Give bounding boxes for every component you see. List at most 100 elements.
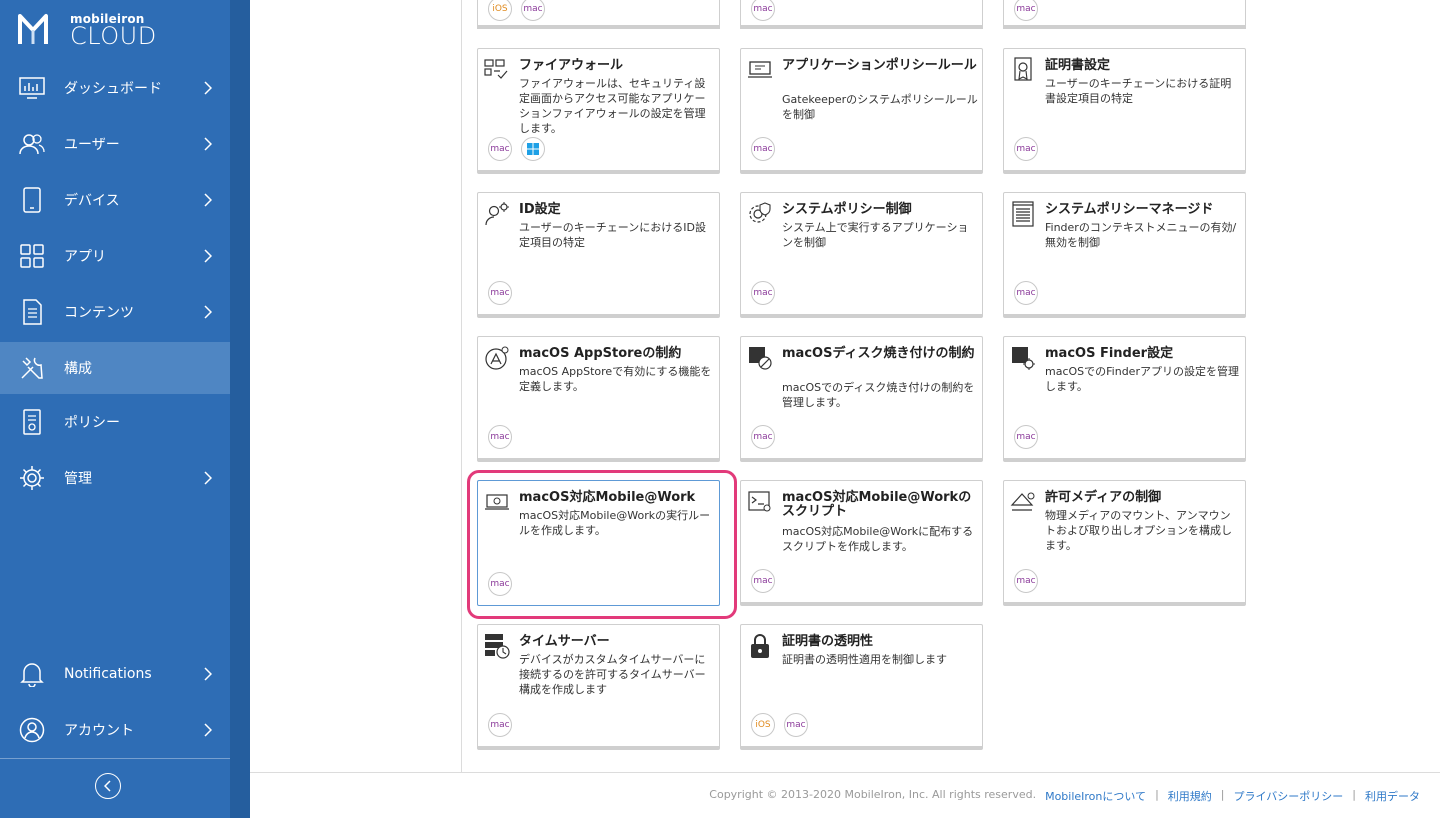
content-divider [461, 0, 462, 772]
card-title: ファイアウォール [519, 58, 624, 73]
config-card-finder-settings[interactable]: macOS Finder設定 macOSでのFinderアプリの設定を管理します… [1003, 336, 1246, 462]
sidebar: mobileiron CLOUD ダッシュボード ユーザー デバイス アプリ コ… [0, 0, 230, 818]
mac-badge: mac [1014, 137, 1038, 161]
card-title: macOS AppStoreの制約 [519, 346, 682, 361]
sidebar-item-policy[interactable]: ポリシー [0, 396, 230, 448]
chevron-right-icon [200, 722, 216, 738]
platform-badges: mac [1014, 569, 1038, 593]
policy-icon [19, 409, 45, 435]
sidebar-item-admin[interactable]: 管理 [0, 452, 230, 504]
content-icon [19, 299, 45, 325]
chevron-left-icon [104, 780, 111, 792]
sidebar-divider [0, 758, 230, 759]
config-card-allowed-media-control[interactable]: 許可メディアの制御 物理メディアのマウント、アンマウントおよび取り出しオプション… [1003, 480, 1246, 606]
mac-badge: mac [488, 425, 512, 449]
managed-list-icon [1010, 201, 1036, 227]
sidebar-item-notifications[interactable]: Notifications [0, 648, 230, 700]
footer-link-usage-data[interactable]: 利用データ [1365, 788, 1420, 804]
footer-link-privacy[interactable]: プライバシーポリシー [1234, 788, 1344, 804]
users-icon [19, 131, 45, 157]
footer-divider [250, 772, 1440, 773]
sidebar-item-account[interactable]: アカウント [0, 704, 230, 756]
config-card-time-server[interactable]: タイムサーバー デバイスがカスタムタイムサーバーに接続するのを許可するタイムサー… [477, 624, 720, 750]
chevron-right-icon [200, 470, 216, 486]
mac-badge: mac [751, 0, 775, 21]
card-title: ID設定 [519, 202, 561, 217]
windows-badge-icon [521, 137, 545, 161]
config-card-system-policy-control[interactable]: システムポリシー制御 システム上で実行するアプリケーションを制御 mac [740, 192, 983, 318]
config-card-disc-burn-restrictions[interactable]: macOSディスク焼き付けの制約 macOSでのディスク焼き付けの制約を管理しま… [740, 336, 983, 462]
config-card-certificate-transparency[interactable]: 証明書の透明性 証明書の透明性適用を制御します iOS mac [740, 624, 983, 750]
platform-badges: mac [488, 137, 545, 161]
config-card-mobile-at-work-scripts[interactable]: macOS対応Mobile@Workのスクリプト macOS対応Mobile@W… [740, 480, 983, 606]
ios-badge: iOS [751, 713, 775, 737]
bell-icon [19, 661, 45, 687]
footer-separator: | [1220, 788, 1225, 801]
sidebar-item-configuration[interactable]: 構成 [0, 342, 230, 394]
platform-badges: mac [751, 281, 775, 305]
card-title: macOS対応Mobile@Workのスクリプト [782, 490, 972, 519]
footer-link-terms[interactable]: 利用規約 [1168, 788, 1212, 804]
sidebar-item-label: Notifications [64, 666, 152, 682]
sidebar-item-content[interactable]: コンテンツ [0, 286, 230, 338]
config-card-partial[interactable]: iOS mac [477, 0, 720, 29]
footer-link-about[interactable]: MobileIronについて [1045, 788, 1146, 804]
platform-badges: mac [1014, 425, 1038, 449]
sidebar-item-apps[interactable]: アプリ [0, 230, 230, 282]
platform-badges: mac [751, 569, 775, 593]
config-card-partial[interactable]: mac [1003, 0, 1246, 29]
mac-badge: mac [488, 137, 512, 161]
sidebar-item-devices[interactable]: デバイス [0, 174, 230, 226]
card-title: システムポリシー制御 [782, 202, 912, 217]
platform-badges: mac [751, 0, 775, 21]
sidebar-item-users[interactable]: ユーザー [0, 118, 230, 170]
apps-icon [19, 243, 45, 269]
admin-gear-icon [19, 465, 45, 491]
platform-badges: mac [1014, 0, 1038, 21]
sidebar-item-label: 構成 [64, 361, 92, 377]
mac-badge: mac [488, 572, 512, 596]
card-description: ファイアウォールは、セキュリティ設定画面からアクセス可能なアプリケーションファイ… [519, 77, 706, 135]
sidebar-item-label: アカウント [64, 723, 134, 739]
config-card-firewall[interactable]: ファイアウォール ファイアウォールは、セキュリティ設定画面からアクセス可能なアプ… [477, 48, 720, 174]
mac-badge: mac [751, 137, 775, 161]
footer-separator: | [1352, 788, 1356, 801]
account-icon [19, 717, 45, 743]
collapse-sidebar-button[interactable] [95, 773, 121, 799]
platform-badges: mac [488, 713, 512, 737]
card-description: システム上で実行するアプリケーションを制御 [782, 221, 969, 249]
mac-badge: mac [751, 569, 775, 593]
disc-burn-icon [747, 345, 773, 371]
system-policy-gear-icon [747, 201, 773, 227]
config-card-partial[interactable]: mac [740, 0, 983, 29]
mac-badge: mac [1014, 569, 1038, 593]
sidebar-edge [230, 0, 250, 818]
chevron-right-icon [200, 80, 216, 96]
config-card-identity-settings[interactable]: ID設定 ユーザーのキーチェーンにおけるID設定項目の特定 mac [477, 192, 720, 318]
card-description: ユーザーのキーチェーンにおけるID設定項目の特定 [519, 221, 706, 249]
finder-icon [1010, 345, 1036, 371]
identity-icon [484, 201, 510, 227]
card-title: macOSディスク焼き付けの制約 [782, 346, 975, 361]
footer-separator: | [1155, 788, 1159, 801]
platform-badges: mac [751, 137, 775, 161]
footer: Copyright © 2013-2020 MobileIron, Inc. A… [709, 788, 1420, 804]
config-card-app-policy-rules[interactable]: アプリケーションポリシールール Gatekeeperのシステムポリシールールを制… [740, 48, 983, 174]
laptop-gear-icon [484, 489, 510, 515]
certificate-icon [1010, 57, 1036, 83]
platform-badges: iOS mac [488, 0, 545, 21]
config-card-mobile-at-work[interactable]: macOS対応Mobile@Work macOS対応Mobile@Workの実行… [477, 480, 720, 606]
config-card-appstore-restrictions[interactable]: macOS AppStoreの制約 macOS AppStoreで有効にする機能… [477, 336, 720, 462]
sidebar-item-dashboard[interactable]: ダッシュボード [0, 62, 230, 114]
chevron-right-icon [200, 248, 216, 264]
platform-badges: mac [1014, 137, 1038, 161]
sidebar-item-label: ユーザー [64, 137, 120, 153]
time-server-icon [484, 633, 510, 659]
config-card-system-policy-managed[interactable]: システムポリシーマネージド Finderのコンテキストメニューの有効/無効を制御… [1003, 192, 1246, 318]
card-title: タイムサーバー [519, 634, 610, 649]
card-description: macOSでのFinderアプリの設定を管理します。 [1045, 365, 1239, 393]
card-title: アプリケーションポリシールール [782, 58, 977, 73]
config-card-certificate-settings[interactable]: 証明書設定 ユーザーのキーチェーンにおける証明書設定項目の特定 mac [1003, 48, 1246, 174]
mac-badge: mac [751, 425, 775, 449]
logo: mobileiron CLOUD [18, 12, 218, 52]
